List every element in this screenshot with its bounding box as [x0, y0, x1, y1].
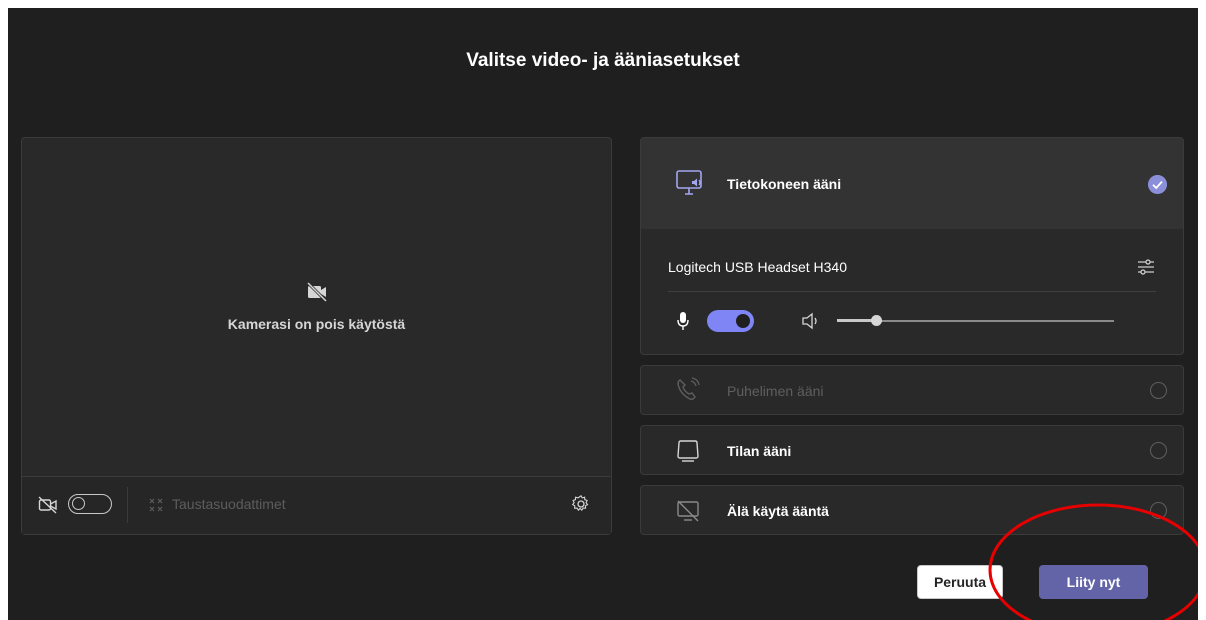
audio-option-computer-label: Tietokoneen ääni	[727, 176, 842, 192]
toggle-knob	[736, 314, 750, 328]
speaker-volume-thumb[interactable]	[871, 315, 882, 326]
speaker-icon	[802, 312, 817, 330]
dialog-title: Valitse video- ja ääniasetukset	[466, 50, 740, 71]
preview-toolbar: Taustasuodattimet	[22, 476, 611, 534]
audio-option-computer-header[interactable]: Tietokoneen ääni	[641, 138, 1183, 229]
selected-check-icon	[1148, 175, 1167, 194]
camera-off-small-icon	[38, 496, 57, 514]
microphone-toggle[interactable]	[707, 310, 754, 332]
audio-device-name: Logitech USB Headset H340	[668, 259, 847, 275]
device-settings-icon[interactable]	[1136, 257, 1156, 277]
audio-option-room[interactable]: Tilan ääni	[640, 425, 1184, 475]
toggle-knob	[72, 497, 85, 510]
audio-option-phone[interactable]: Puhelimen ääni	[640, 365, 1184, 415]
cancel-button[interactable]: Peruuta	[917, 565, 1003, 599]
audio-option-none[interactable]: Älä käytä ääntä	[640, 485, 1184, 535]
no-audio-icon	[677, 500, 699, 522]
audio-option-none-label: Älä käytä ääntä	[727, 503, 829, 519]
camera-off-message: Kamerasi on pois käytöstä	[22, 280, 611, 334]
audio-device-settings: Logitech USB Headset H340	[641, 229, 1183, 354]
microphone-icon	[677, 312, 689, 330]
radio-button[interactable]	[1150, 382, 1167, 399]
computer-audio-icon	[676, 170, 702, 195]
join-now-button[interactable]: Liity nyt	[1039, 565, 1148, 599]
audio-option-computer[interactable]: Tietokoneen ääni Logitech USB Headset H3…	[640, 137, 1184, 355]
background-filters-button[interactable]: Taustasuodattimet	[172, 496, 286, 512]
radio-button[interactable]	[1150, 502, 1167, 519]
room-audio-icon	[677, 440, 699, 462]
camera-off-text: Kamerasi on pois käytöstä	[227, 316, 406, 332]
camera-toggle[interactable]	[68, 494, 112, 514]
radio-button[interactable]	[1150, 442, 1167, 459]
audio-option-room-label: Tilan ääni	[727, 443, 792, 459]
settings-divider	[668, 291, 1156, 292]
gear-icon[interactable]	[571, 494, 591, 514]
camera-off-icon	[306, 281, 327, 303]
background-filters-icon	[149, 498, 163, 512]
phone-audio-icon	[677, 377, 700, 400]
join-dialog: Valitse video- ja ääniasetukset Kamerasi…	[8, 8, 1198, 620]
audio-option-phone-label: Puhelimen ääni	[727, 383, 824, 399]
toolbar-divider	[127, 487, 128, 523]
camera-preview: Kamerasi on pois käytöstä Taustasuodatti…	[21, 137, 612, 535]
